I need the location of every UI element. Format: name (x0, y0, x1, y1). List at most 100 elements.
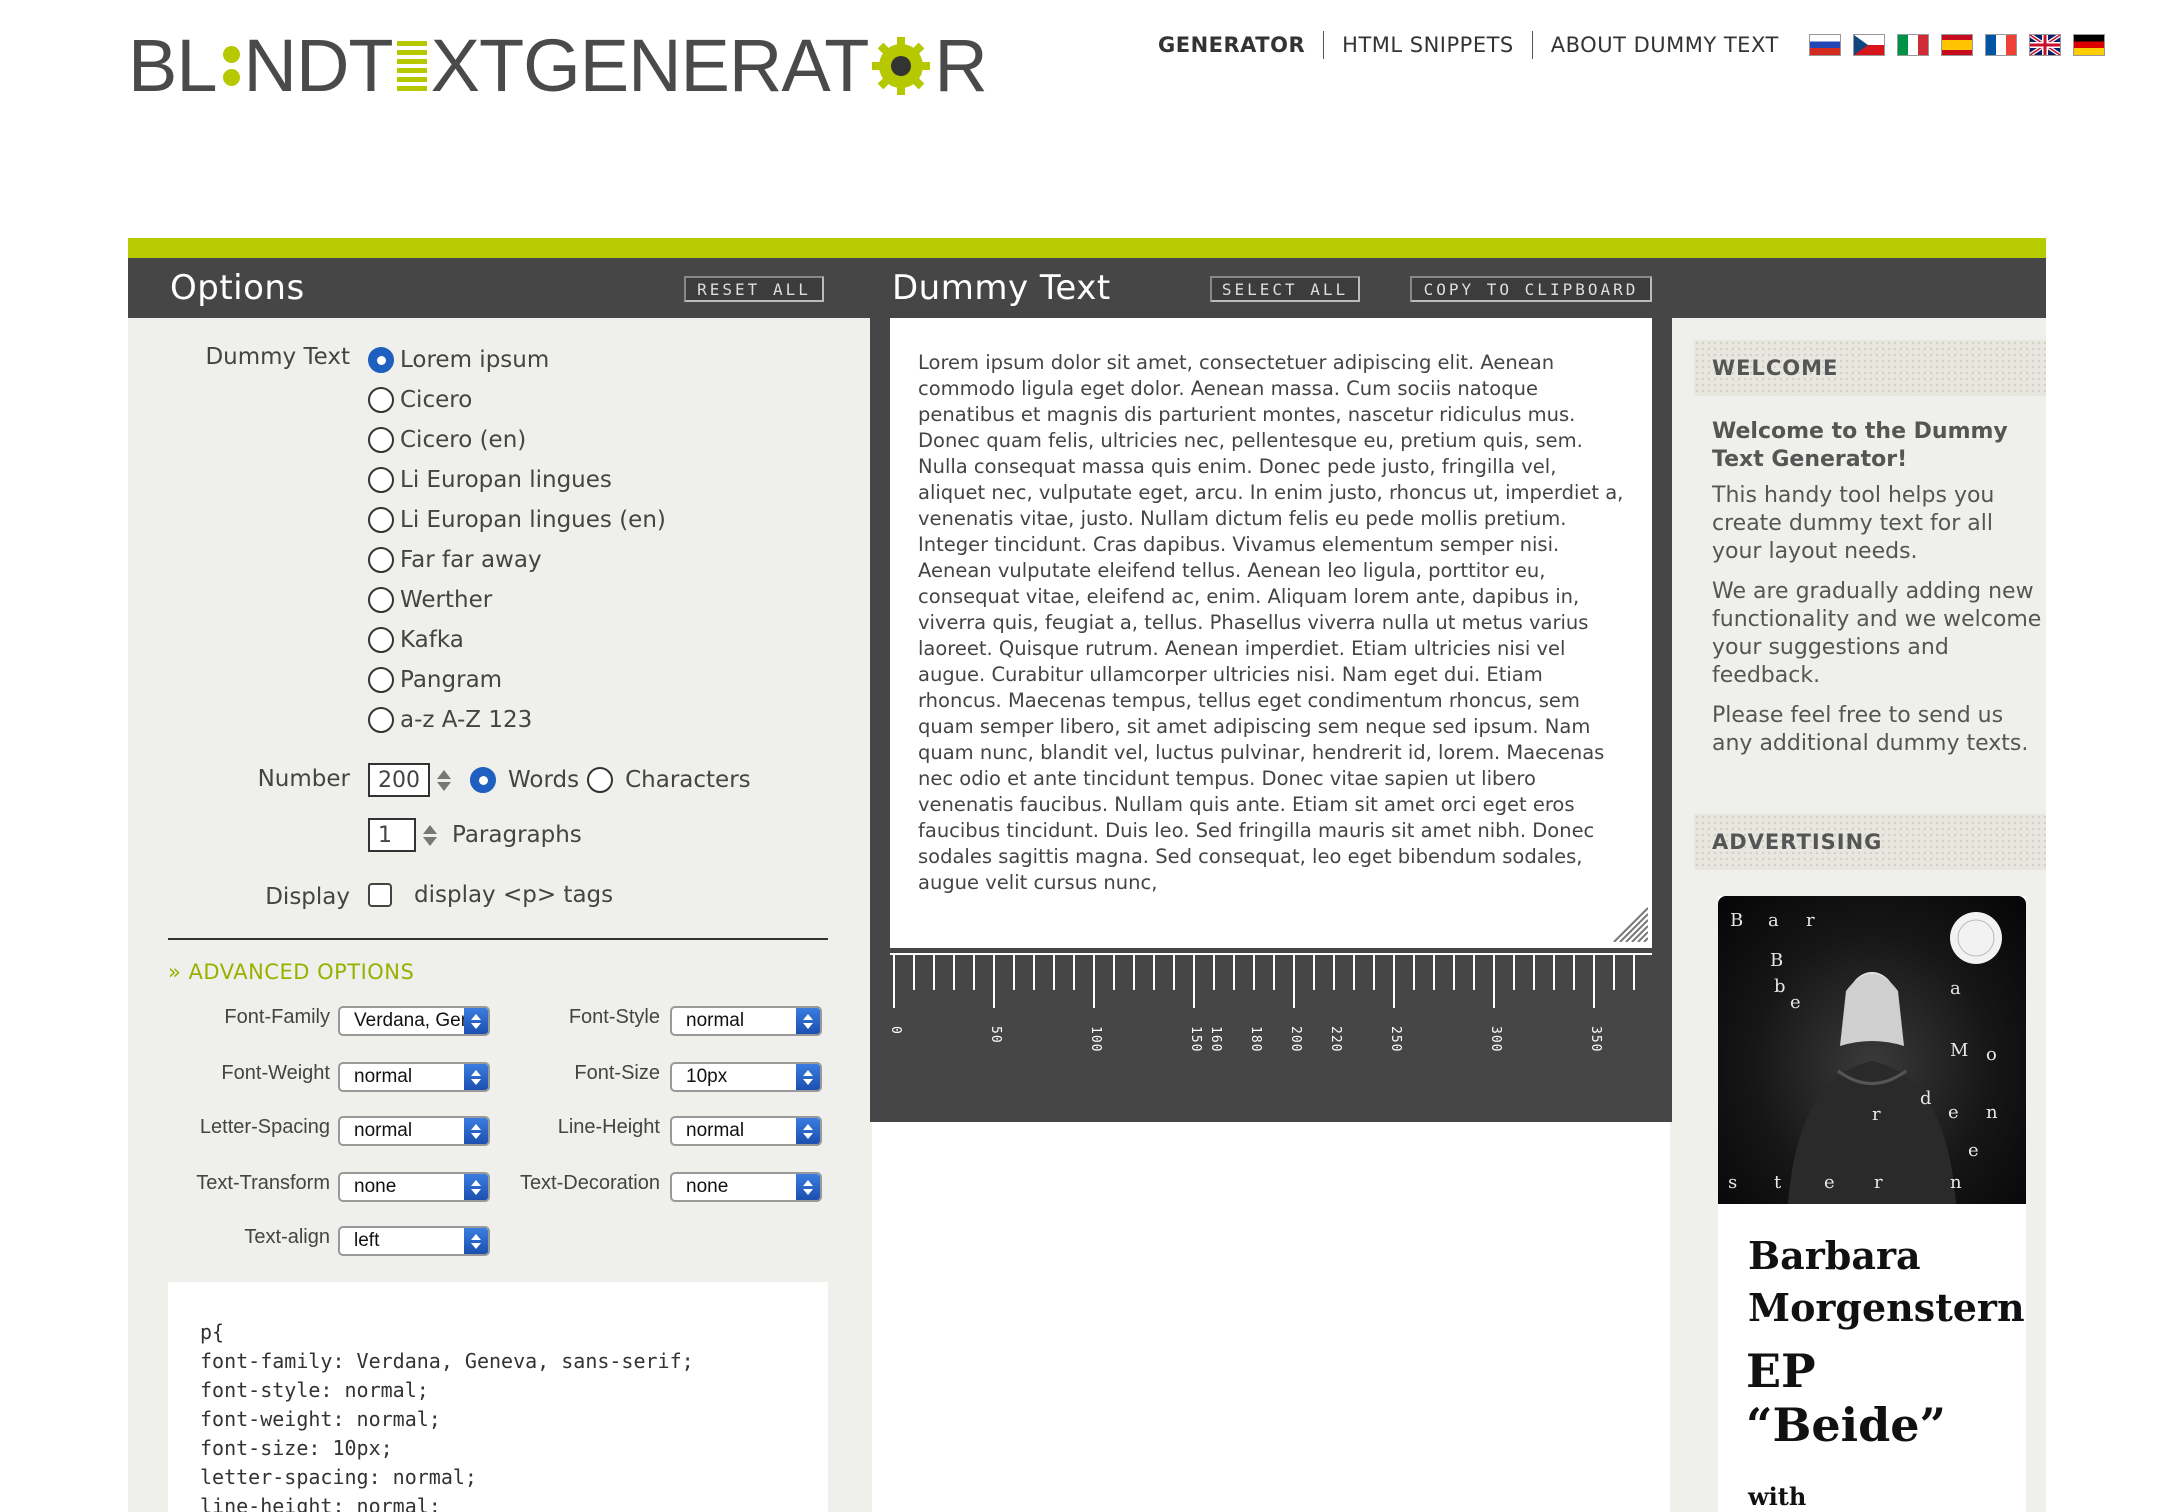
width-ruler[interactable]: 0 50 100 150 160 180 200 220 250 300 350 (890, 948, 1652, 1068)
czech-flag-icon[interactable] (1852, 34, 1885, 56)
spanish-flag-icon[interactable] (1940, 34, 1973, 56)
line-height-select[interactable]: normal (670, 1116, 822, 1146)
dummy-text-output[interactable]: Lorem ipsum dolor sit amet, consectetuer… (890, 318, 1652, 948)
cover-letter: n (1986, 1102, 1998, 1123)
logo-text-part: NDT (243, 24, 394, 107)
font-style-select[interactable]: normal (670, 1006, 822, 1036)
select-value: normal (686, 1120, 745, 1141)
radio-far-far-away[interactable]: Far far away (368, 540, 768, 580)
select-value: normal (686, 1010, 745, 1031)
radio-button[interactable] (368, 467, 394, 493)
cover-letter: e (1968, 1140, 1979, 1161)
italian-flag-icon[interactable] (1896, 34, 1929, 56)
display-p-tags-label: display <p> tags (414, 882, 614, 908)
nav-html-snippets[interactable]: HTML SNIPPETS (1324, 33, 1532, 57)
resize-grip-icon[interactable] (1610, 904, 1648, 942)
site-logo[interactable]: BL NDT XTGENERAT R (128, 24, 988, 107)
number-input[interactable]: 200 (368, 763, 430, 797)
css-code-output[interactable]: p{ font-family: Verdana, Geneva, sans-se… (168, 1282, 828, 1512)
cover-letter: d (1920, 1088, 1932, 1109)
radio-label: Li Europan lingues (400, 467, 612, 493)
options-title: Options (170, 268, 305, 308)
display-row: display <p> tags (368, 882, 613, 908)
radio-button[interactable] (368, 667, 394, 693)
radio-label: Words (508, 767, 580, 793)
radio-label: Cicero (en) (400, 427, 527, 453)
advanced-options-toggle[interactable]: » ADVANCED OPTIONS (168, 960, 414, 984)
portrait-silhouette (1788, 912, 2002, 1204)
font-size-select[interactable]: 10px (670, 1062, 822, 1092)
radio-li-europan-lingues[interactable]: Li Europan lingues (368, 460, 768, 500)
german-flag-icon[interactable] (2072, 34, 2105, 56)
letter-spacing-label: Letter-Spacing (199, 1116, 330, 1138)
paragraphs-stepper[interactable] (422, 818, 438, 852)
cover-letter: a (1950, 978, 1961, 999)
cover-letter: o (1986, 1044, 1997, 1065)
text-align-select[interactable]: left (338, 1226, 490, 1256)
select-value: normal (354, 1120, 413, 1141)
dummy-text-title: Dummy Text (892, 268, 1111, 308)
radio-pangram[interactable]: Pangram (368, 660, 768, 700)
radio-button[interactable] (587, 767, 614, 793)
copy-to-clipboard-button[interactable]: COPY TO CLIPBOARD (1410, 276, 1652, 302)
french-flag-icon[interactable] (1984, 34, 2017, 56)
radio-lorem-ipsum[interactable]: Lorem ipsum (368, 340, 768, 380)
number-stepper[interactable] (436, 763, 452, 797)
cover-letter: b (1774, 976, 1786, 997)
accent-bar (128, 238, 2046, 258)
ruler-label: 0 (890, 1026, 903, 1035)
british-flag-icon[interactable] (2028, 34, 2061, 56)
radio-words[interactable]: Words (470, 760, 579, 800)
radio-characters[interactable]: Characters (587, 760, 751, 800)
radio-label: Far far away (400, 547, 542, 573)
radio-kafka[interactable]: Kafka (368, 620, 768, 660)
welcome-paragraph: Please feel free to send us any addition… (1712, 703, 2029, 756)
radio-button[interactable] (368, 707, 394, 733)
ruler-label: 250 (1388, 1026, 1403, 1052)
welcome-heading: WELCOME (1694, 340, 2046, 396)
select-arrows-icon (796, 1118, 820, 1144)
cover-letter: r (1806, 910, 1815, 931)
radio-button[interactable] (368, 507, 394, 533)
font-family-label: Font-Family (224, 1006, 330, 1028)
paragraphs-input[interactable]: 1 (368, 818, 416, 852)
radio-button[interactable] (368, 387, 394, 413)
radio-cicero[interactable]: Cicero (368, 380, 768, 420)
radio-button[interactable] (368, 547, 394, 573)
ad-with-text: with (1748, 1482, 1807, 1511)
cover-letter: M (1950, 1040, 1969, 1061)
text-decoration-label: Text-Decoration (519, 1172, 660, 1194)
reset-all-button[interactable]: RESET ALL (684, 276, 824, 302)
ruler-label: 180 (1248, 1026, 1263, 1052)
radio-button[interactable] (368, 627, 394, 653)
ruler-label: 160 (1208, 1026, 1223, 1052)
advertisement-banner[interactable]: B a r B b e a M o r d e n e s t e r n Ba… (1718, 896, 2026, 1512)
select-all-button[interactable]: SELECT ALL (1210, 276, 1360, 302)
radio-label: a-z A-Z 123 (400, 707, 533, 733)
radio-label: Li Europan lingues (en) (400, 507, 666, 533)
radio-werther[interactable]: Werther (368, 580, 768, 620)
radio-li-europan-lingues-en[interactable]: Li Europan lingues (en) (368, 500, 768, 540)
russian-flag-icon[interactable] (1808, 34, 1841, 56)
nav-about-dummy-text[interactable]: ABOUT DUMMY TEXT (1533, 33, 1797, 57)
radio-label: Cicero (400, 387, 473, 413)
text-decoration-select[interactable]: none (670, 1172, 822, 1202)
logo-text-part: BL (128, 24, 218, 107)
radio-a-z-123[interactable]: a-z A-Z 123 (368, 700, 768, 740)
album-cover-image: B a r B b e a M o r d e n e s t e r n (1718, 896, 2026, 1204)
radio-button[interactable] (368, 427, 394, 453)
logo-text-part: XTGENERAT (430, 24, 870, 107)
logo-gear-icon (872, 37, 931, 95)
radio-cicero-en[interactable]: Cicero (en) (368, 420, 768, 460)
select-arrows-icon (796, 1174, 820, 1200)
display-p-tags-checkbox[interactable] (368, 883, 392, 907)
text-transform-label: Text-Transform (196, 1172, 330, 1194)
ad-subtitle: EP “Beide” (1746, 1344, 1946, 1452)
nav-generator[interactable]: GENERATOR (1140, 33, 1323, 57)
line-height-label: Line-Height (557, 1116, 660, 1138)
cover-letter: t (1774, 1172, 1782, 1193)
radio-button[interactable] (368, 587, 394, 613)
cover-letter: r (1874, 1172, 1883, 1193)
radio-button[interactable] (470, 767, 496, 793)
radio-button[interactable] (368, 347, 394, 373)
